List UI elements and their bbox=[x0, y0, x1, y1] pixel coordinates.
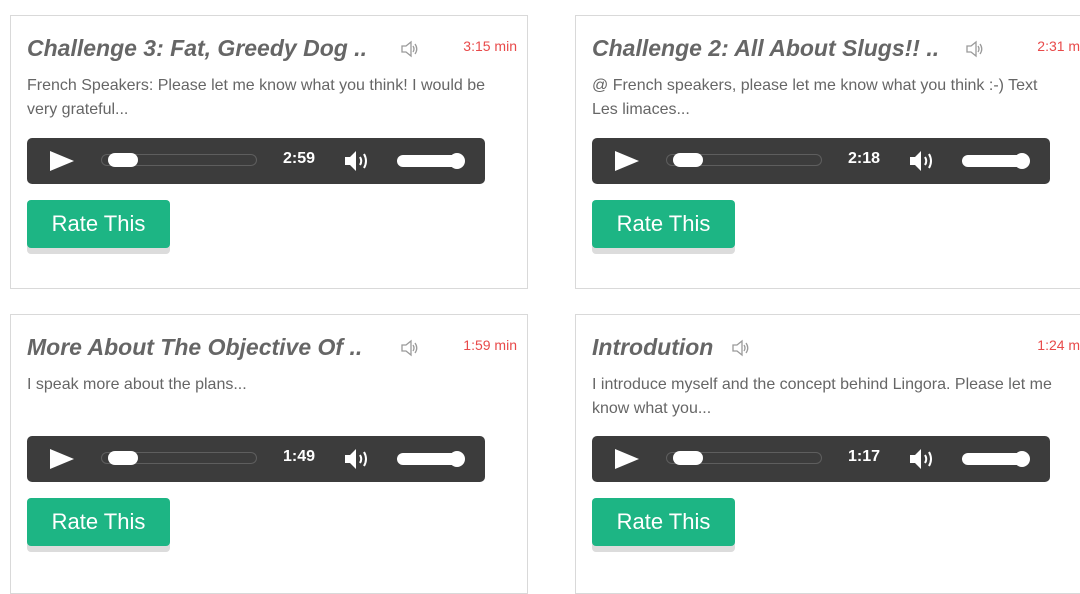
rate-this-button[interactable]: Rate This bbox=[592, 498, 735, 546]
lesson-card: Introdution 1:24 min I introduce myself … bbox=[575, 314, 1080, 594]
duration-label: 1:59 min bbox=[463, 337, 517, 353]
volume-icon[interactable] bbox=[908, 447, 938, 471]
card-header: Introdution 1:24 min bbox=[592, 333, 1080, 363]
volume-slider[interactable] bbox=[397, 153, 465, 169]
lesson-card: Challenge 3: Fat, Greedy Dog .. 3:15 min… bbox=[10, 15, 528, 289]
lesson-title[interactable]: Challenge 2: All About Slugs!! .. bbox=[592, 34, 944, 62]
seek-knob[interactable] bbox=[108, 451, 139, 465]
speaker-icon[interactable] bbox=[730, 338, 750, 358]
volume-slider[interactable] bbox=[962, 153, 1030, 169]
lesson-description: I introduce myself and the concept behin… bbox=[592, 376, 1052, 417]
play-button[interactable] bbox=[50, 151, 74, 171]
duration-label: 2:31 min bbox=[1037, 38, 1080, 54]
lesson-card: More About The Objective Of .. 1:59 min … bbox=[10, 314, 528, 594]
volume-slider[interactable] bbox=[397, 451, 465, 467]
volume-icon[interactable] bbox=[343, 149, 373, 173]
time-remaining: 2:59 bbox=[283, 150, 316, 167]
volume-knob[interactable] bbox=[1014, 451, 1030, 467]
card-header: More About The Objective Of .. 1:59 min bbox=[27, 333, 517, 363]
volume-knob[interactable] bbox=[449, 451, 465, 467]
volume-icon[interactable] bbox=[343, 447, 373, 471]
play-button[interactable] bbox=[615, 151, 639, 171]
speaker-icon[interactable] bbox=[399, 338, 419, 358]
time-remaining: 1:49 bbox=[283, 448, 316, 465]
volume-icon[interactable] bbox=[908, 149, 938, 173]
lesson-card: Challenge 2: All About Slugs!! .. 2:31 m… bbox=[575, 15, 1080, 289]
lesson-description: French Speakers: Please let me know what… bbox=[27, 77, 486, 118]
volume-knob[interactable] bbox=[449, 153, 465, 169]
lesson-title[interactable]: More About The Objective Of .. bbox=[27, 333, 367, 361]
seek-knob[interactable] bbox=[673, 451, 704, 465]
card-header: Challenge 2: All About Slugs!! .. 2:31 m… bbox=[592, 34, 1080, 64]
seek-knob[interactable] bbox=[673, 153, 704, 167]
duration-label: 1:24 min bbox=[1037, 337, 1080, 353]
audio-player: 2:59 bbox=[27, 138, 485, 184]
lesson-description: I speak more about the plans... bbox=[27, 376, 247, 393]
audio-player: 2:18 bbox=[592, 138, 1050, 184]
volume-knob[interactable] bbox=[1014, 153, 1030, 169]
lesson-description: @ French speakers, please let me know wh… bbox=[592, 77, 1038, 118]
speaker-icon[interactable] bbox=[399, 39, 419, 59]
time-remaining: 1:17 bbox=[848, 448, 881, 465]
rate-this-button[interactable]: Rate This bbox=[27, 498, 170, 546]
time-remaining: 2:18 bbox=[848, 150, 881, 167]
volume-slider[interactable] bbox=[962, 451, 1030, 467]
seek-bar[interactable] bbox=[101, 153, 257, 167]
seek-bar[interactable] bbox=[666, 153, 822, 167]
card-header: Challenge 3: Fat, Greedy Dog .. 3:15 min bbox=[27, 34, 517, 64]
rate-this-button[interactable]: Rate This bbox=[592, 200, 735, 248]
play-button[interactable] bbox=[50, 449, 74, 469]
lesson-title[interactable]: Challenge 3: Fat, Greedy Dog .. bbox=[27, 34, 367, 62]
audio-player: 1:49 bbox=[27, 436, 485, 482]
speaker-icon[interactable] bbox=[964, 39, 984, 59]
seek-knob[interactable] bbox=[108, 153, 139, 167]
seek-bar[interactable] bbox=[666, 451, 822, 465]
duration-label: 3:15 min bbox=[463, 38, 517, 54]
audio-player: 1:17 bbox=[592, 436, 1050, 482]
lesson-title[interactable]: Introdution bbox=[592, 333, 713, 361]
play-button[interactable] bbox=[615, 449, 639, 469]
seek-bar[interactable] bbox=[101, 451, 257, 465]
rate-this-button[interactable]: Rate This bbox=[27, 200, 170, 248]
